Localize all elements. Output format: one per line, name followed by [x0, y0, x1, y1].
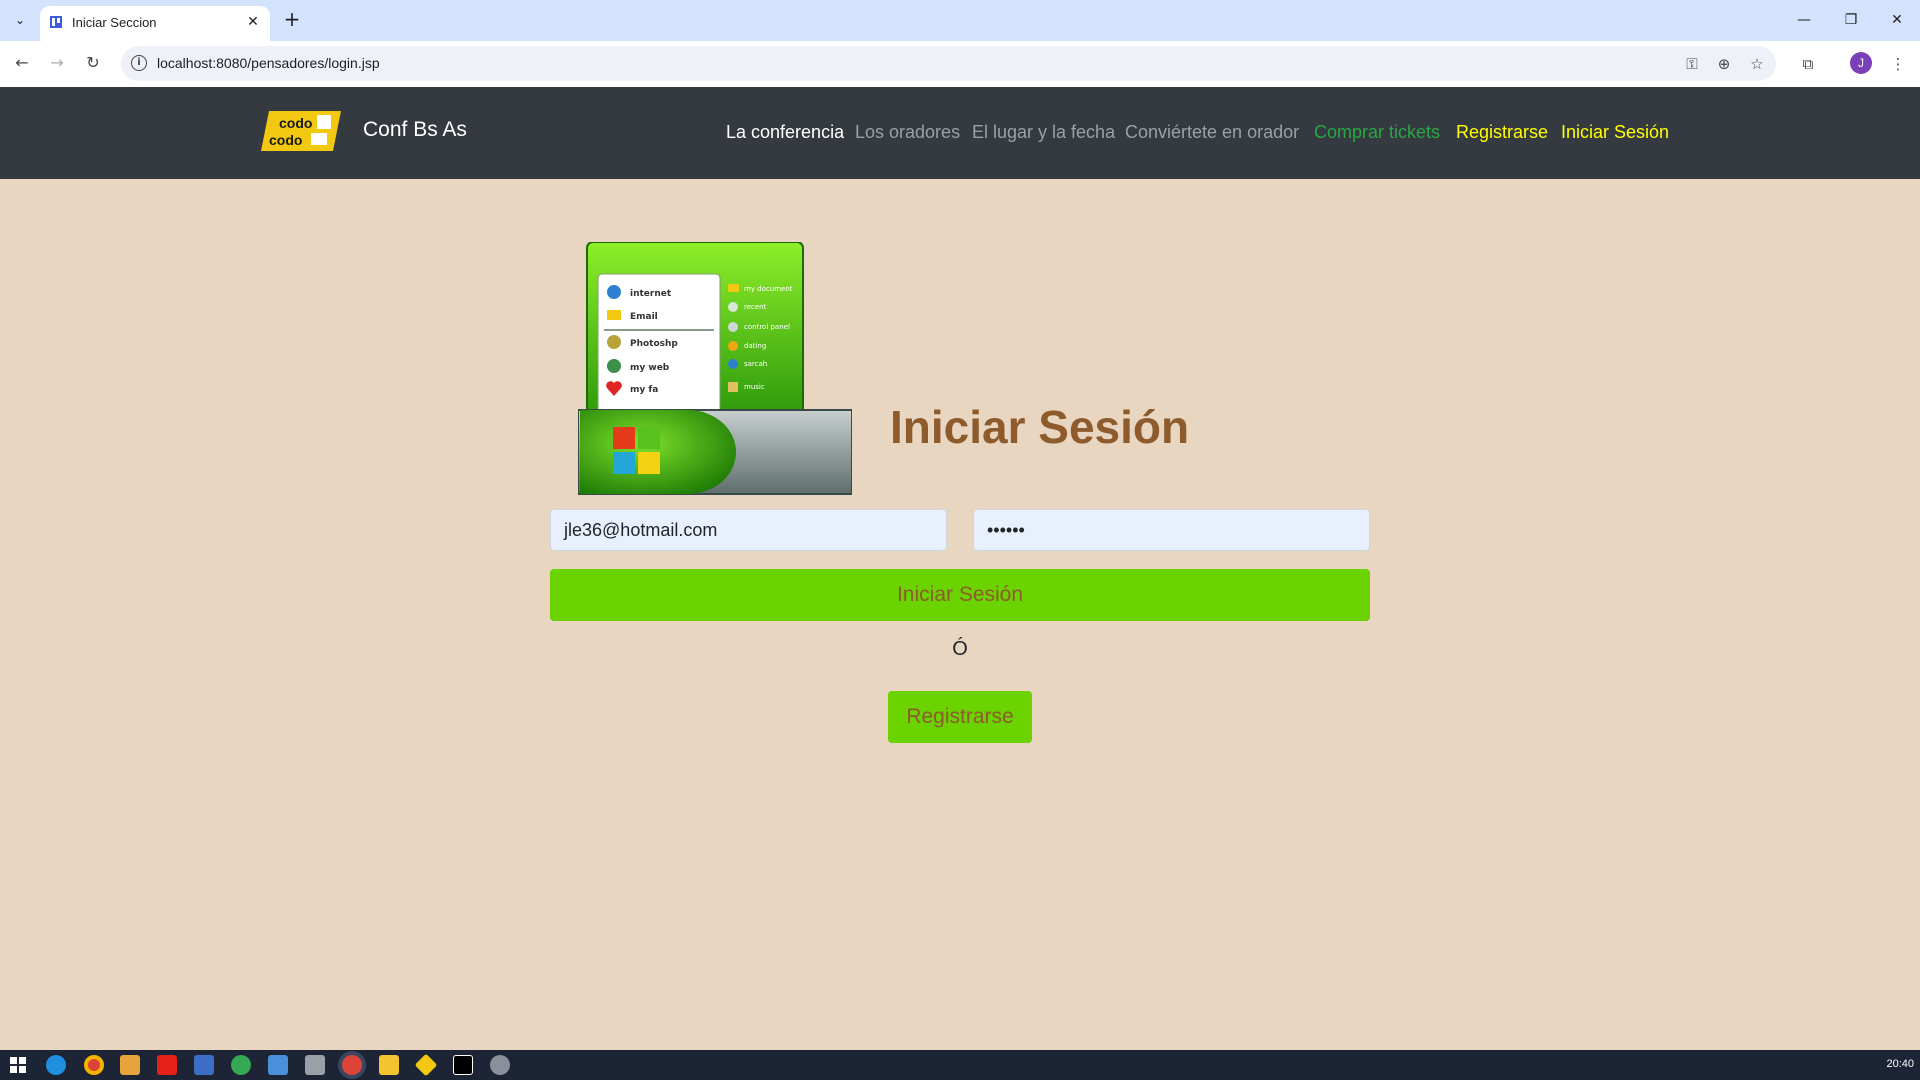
store-icon[interactable] — [120, 1055, 140, 1075]
extensions-icon[interactable]: ⧉ — [1796, 52, 1820, 76]
menu-item-music: music — [744, 383, 765, 391]
start-menu-illustration: internet Email Photoshp my web my fa my … — [578, 242, 852, 495]
password-key-icon[interactable]: ⚿ — [1682, 54, 1702, 74]
tab-close-icon[interactable]: ✕ — [244, 13, 262, 31]
site-info-icon[interactable]: i — [131, 55, 147, 71]
brand-title[interactable]: Conf Bs As — [363, 118, 467, 142]
chrome-active-icon[interactable] — [342, 1055, 362, 1075]
chrome-icon[interactable] — [84, 1055, 104, 1075]
zoom-icon[interactable]: ⊕ — [1714, 54, 1734, 74]
restore-icon[interactable]: ❐ — [1836, 8, 1866, 32]
or-separator: Ó — [952, 638, 968, 660]
page-favicon-icon — [50, 16, 62, 28]
bookmark-star-icon[interactable]: ☆ — [1747, 54, 1767, 74]
git-icon[interactable] — [414, 1053, 438, 1077]
youtube-icon[interactable] — [157, 1055, 177, 1075]
browser-tab-bar: ⌄ Iniciar Seccion ✕ + — ❐ ✕ — [0, 0, 1920, 41]
windows-taskbar: 20:40 — [0, 1050, 1920, 1080]
menu-item-dating: dating — [744, 342, 766, 350]
intellij-icon[interactable] — [453, 1055, 473, 1075]
menu-item-my-fa: my fa — [630, 385, 658, 395]
menu-item-control-panel: control panel — [744, 323, 790, 331]
nav-link-registrarse[interactable]: Registrarse — [1456, 122, 1548, 143]
page-title: Iniciar Sesión — [890, 401, 1190, 453]
settings-app-icon[interactable] — [490, 1055, 510, 1075]
codo-a-codo-logo[interactable]: codo codo — [261, 111, 341, 151]
back-icon[interactable]: ← — [10, 51, 34, 75]
logo-text-top: codo — [279, 115, 312, 131]
browser-menu-icon[interactable]: ⋮ — [1886, 52, 1910, 76]
tab-title: Iniciar Seccion — [72, 15, 157, 30]
windows-start-icon[interactable] — [8, 1055, 28, 1075]
file-explorer-icon[interactable] — [379, 1055, 399, 1075]
minimize-icon[interactable]: — — [1789, 8, 1819, 32]
menu-item-my-web: my web — [630, 363, 670, 373]
menu-item-sarcah: sarcah — [744, 360, 767, 368]
nav-link-los-oradores[interactable]: Los oradores — [855, 122, 960, 143]
taskbar-clock[interactable]: 20:40 — [1886, 1058, 1914, 1070]
address-bar[interactable]: i localhost:8080/pensadores/login.jsp ⚿ … — [121, 46, 1776, 81]
chrome-profile-icon[interactable] — [231, 1055, 251, 1075]
menu-item-internet: internet — [630, 289, 672, 299]
register-button[interactable]: Registrarse — [888, 691, 1032, 743]
nav-link-el-lugar-y-la-fecha[interactable]: El lugar y la fecha — [972, 122, 1115, 143]
nav-link-iniciar-sesion[interactable]: Iniciar Sesión — [1561, 122, 1669, 143]
url-text[interactable]: localhost:8080/pensadores/login.jsp — [157, 55, 380, 71]
nav-link-la-conferencia[interactable]: La conferencia — [726, 122, 844, 143]
menu-item-photoshp: Photoshp — [630, 339, 678, 349]
reload-icon[interactable]: ↻ — [81, 51, 105, 75]
login-submit-button[interactable]: Iniciar Sesión — [550, 569, 1370, 621]
browser-toolbar: ← → ↻ i localhost:8080/pensadores/login.… — [0, 41, 1920, 87]
browser-tab[interactable]: Iniciar Seccion ✕ — [40, 6, 270, 41]
password-field[interactable]: •••••• — [973, 509, 1370, 551]
tab-search-icon[interactable]: ⌄ — [10, 10, 30, 30]
remote-desktop-icon[interactable] — [268, 1055, 288, 1075]
site-navbar: codo codo Conf Bs As La conferencia Los … — [0, 87, 1920, 179]
logo-text-bottom: codo — [269, 132, 302, 148]
vscode-icon[interactable] — [194, 1055, 214, 1075]
new-tab-icon[interactable]: + — [281, 9, 303, 31]
forward-icon[interactable]: → — [45, 51, 69, 75]
edge-icon[interactable] — [46, 1055, 66, 1075]
menu-item-recent: recent — [744, 303, 767, 311]
close-window-icon[interactable]: ✕ — [1882, 8, 1912, 32]
profile-avatar[interactable]: J — [1850, 52, 1872, 74]
nav-link-conviertete-en-orador[interactable]: Conviértete en orador — [1125, 122, 1299, 143]
calculator-icon[interactable] — [305, 1055, 325, 1075]
menu-item-email: Email — [630, 312, 658, 322]
menu-item-my-document: my document — [744, 285, 793, 293]
nav-link-comprar-tickets[interactable]: Comprar tickets — [1314, 122, 1440, 143]
email-field[interactable]: jle36@hotmail.com — [550, 509, 947, 551]
